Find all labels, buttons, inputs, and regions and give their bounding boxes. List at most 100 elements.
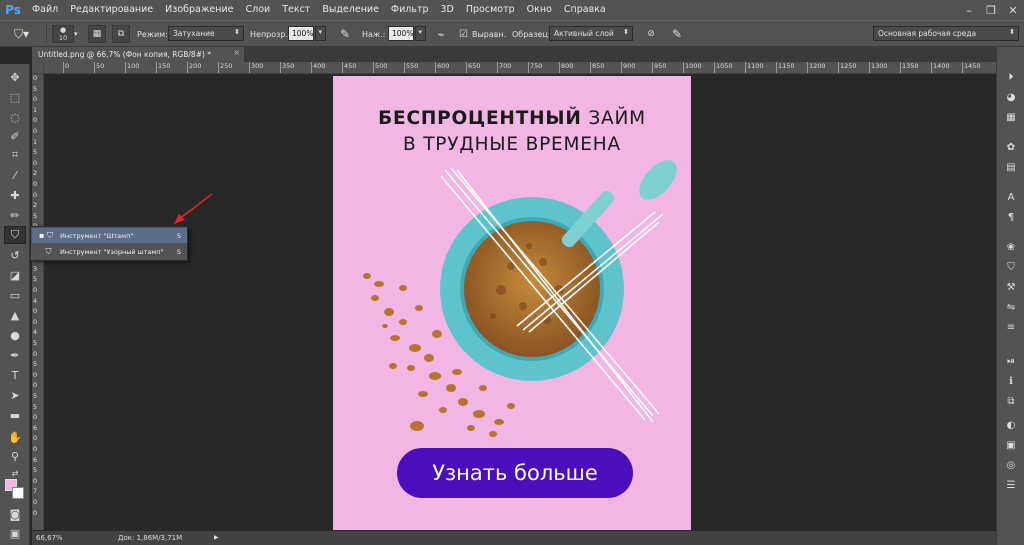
layers-panel-icon[interactable]: ☰: [1002, 477, 1020, 493]
aligned-checkbox[interactable]: ☑: [459, 25, 468, 43]
ruler-tick-mark: [311, 62, 312, 73]
document-tab[interactable]: Untitled.png @ 66,7% (Фон копия, RGB/8#)…: [32, 47, 244, 62]
ruler-tick-label: 1050: [716, 62, 733, 70]
properties-panel-icon[interactable]: ≡: [1002, 319, 1020, 335]
menu-item[interactable]: Изображение: [159, 0, 239, 20]
vertical-ruler[interactable]: 0501001502002503003504004505005506006507…: [32, 74, 44, 530]
flyout-item-shortcut: S: [176, 247, 181, 256]
brush-size-value: 10: [58, 34, 68, 42]
ruler-tick-label: 1150: [778, 62, 795, 70]
menu-item[interactable]: Слои: [239, 0, 276, 20]
document-canvas[interactable]: БЕСПРОЦЕНТНЫЙ ЗАЙМ В ТРУДНЫЕ ВРЕМЕНА Узн…: [333, 76, 691, 530]
menu-item[interactable]: Фильтр: [385, 0, 435, 20]
move-tool-icon[interactable]: ✥: [4, 68, 26, 86]
ruler-tick-label: 5: [33, 148, 38, 157]
zoom-tool-icon[interactable]: ⚲: [4, 447, 26, 465]
type-tool-icon[interactable]: T: [4, 366, 26, 384]
menu-item[interactable]: Окно: [521, 0, 558, 20]
ruler-tick-mark: [838, 62, 839, 73]
menu-item[interactable]: Просмотр: [460, 0, 521, 20]
grid-panel-icon[interactable]: ▤: [1002, 159, 1020, 175]
pressure-opacity-icon[interactable]: ✎: [336, 25, 354, 43]
ruler-tick-mark: [94, 62, 95, 73]
history-brush-tool-icon[interactable]: ↺: [4, 246, 26, 264]
healing-brush-tool-icon[interactable]: ✚: [4, 186, 26, 204]
clone-tool-flyout: ▪ ⛉ Инструмент "Штамп" S ⛉ Инструмент "У…: [30, 226, 188, 261]
ruler-tick-label: 200: [189, 62, 202, 70]
channels-panel-icon[interactable]: ◎: [1002, 457, 1020, 473]
adjustments-panel-icon[interactable]: ⇋: [1002, 299, 1020, 315]
menu-item[interactable]: Файл: [26, 0, 64, 20]
opacity-slider-arrow[interactable]: ▾: [315, 26, 326, 41]
history-panel-icon[interactable]: ⏵: [1002, 69, 1020, 85]
menu-item[interactable]: Текст: [276, 0, 316, 20]
rectangle-tool-icon[interactable]: ▬: [4, 406, 26, 424]
tool-presets-panel-icon[interactable]: ⚒: [1002, 279, 1020, 295]
paragraph-panel-icon[interactable]: ¶: [1002, 209, 1020, 225]
close-tab-icon[interactable]: ×: [233, 48, 240, 57]
clone-source-icon[interactable]: ⧉: [112, 25, 130, 43]
restore-button[interactable]: ❐: [980, 0, 1002, 20]
ruler-tick-label: 0: [33, 95, 38, 104]
clone-stamp-icon: ▪ ⛉: [39, 230, 53, 240]
eraser-tool-icon[interactable]: ◪: [4, 266, 26, 284]
pressure-size-icon[interactable]: ✎: [668, 25, 686, 43]
brush-preset-picker[interactable]: ● 10: [52, 25, 74, 43]
flow-slider-arrow[interactable]: ▾: [415, 26, 426, 41]
ruler-origin[interactable]: [32, 62, 44, 74]
mode-select[interactable]: Затухание ⬍: [168, 26, 244, 41]
styles-panel-icon[interactable]: ✿: [1002, 139, 1020, 155]
actions-panel-icon[interactable]: ⏯: [1002, 353, 1020, 369]
zoom-level[interactable]: 66,67%: [36, 534, 63, 542]
workspace-select[interactable]: Основная рабочая среда ⬍: [873, 26, 1019, 41]
swatches-panel-icon[interactable]: ▦: [1002, 109, 1020, 125]
blur-tool-icon[interactable]: ▲: [4, 306, 26, 324]
eyedropper-tool-icon[interactable]: ⁄: [4, 166, 26, 184]
sample-select[interactable]: Активный слой ⬍: [549, 26, 633, 41]
status-menu-arrow[interactable]: ▶: [214, 534, 219, 541]
hand-tool-icon[interactable]: ✋: [4, 428, 26, 446]
opacity-field[interactable]: 100%: [288, 26, 314, 41]
horizontal-ruler[interactable]: 5005010015020025030035040045050055060065…: [32, 62, 996, 74]
brushes-panel-icon[interactable]: ❀: [1002, 239, 1020, 255]
masks-panel-icon[interactable]: ▣: [1002, 437, 1020, 453]
ruler-tick-mark: [652, 62, 653, 73]
flow-field[interactable]: 100%: [388, 26, 414, 41]
dodge-tool-icon[interactable]: ●: [4, 326, 26, 344]
path-selection-tool-icon[interactable]: ➤: [4, 386, 26, 404]
close-window-button[interactable]: ✕: [1002, 0, 1024, 20]
info-panel-icon[interactable]: ℹ: [1002, 373, 1020, 389]
gradient-tool-icon[interactable]: ▭: [4, 286, 26, 304]
adjust-panel-icon[interactable]: ◐: [1002, 417, 1020, 433]
ruler-tick-mark: [745, 62, 746, 73]
background-color-swatch[interactable]: [12, 487, 24, 499]
flyout-item-pattern-stamp[interactable]: ⛉ Инструмент "Узорный штамп" S: [32, 244, 187, 259]
pen-tool-icon[interactable]: ✒: [4, 346, 26, 364]
airbrush-icon[interactable]: ⌁: [432, 25, 450, 43]
menu-item[interactable]: Выделение: [316, 0, 385, 20]
clone-stamp-tool-icon[interactable]: ⛉: [4, 226, 26, 244]
minimize-button[interactable]: –: [958, 0, 980, 20]
ruler-tick-label: 950: [654, 62, 667, 70]
quick-selection-tool-icon[interactable]: ✐: [4, 127, 26, 145]
brush-panel-icon[interactable]: ▦: [88, 25, 106, 43]
brush-picker-arrow[interactable]: ▾: [74, 25, 78, 43]
clone-stamp-preset-icon[interactable]: ⛉▾: [14, 25, 29, 43]
lasso-tool-icon[interactable]: ◌: [4, 108, 26, 126]
screen-mode-icon[interactable]: ▣: [4, 524, 26, 542]
character-panel-icon[interactable]: A: [1002, 189, 1020, 205]
menu-item[interactable]: Справка: [558, 0, 612, 20]
ignore-adjustment-layers-icon[interactable]: ⊘: [642, 25, 660, 43]
ruler-tick-label: 0: [33, 74, 38, 82]
brush-tool-icon[interactable]: ✏: [4, 206, 26, 224]
clone-source-panel-icon[interactable]: ⛉: [1002, 259, 1020, 275]
quick-mask-icon[interactable]: ◙: [4, 505, 26, 523]
ruler-tick-label: 0: [33, 307, 38, 316]
flyout-item-clone-stamp[interactable]: ▪ ⛉ Инструмент "Штамп" S: [32, 228, 187, 243]
navigator-panel-icon[interactable]: ⧉: [1002, 393, 1020, 409]
color-panel-icon[interactable]: ◕: [1002, 89, 1020, 105]
marquee-tool-icon[interactable]: ⬚: [4, 88, 26, 106]
menu-item[interactable]: Редактирование: [64, 0, 159, 20]
crop-tool-icon[interactable]: ⌗: [4, 146, 26, 164]
menu-item[interactable]: 3D: [435, 0, 460, 20]
